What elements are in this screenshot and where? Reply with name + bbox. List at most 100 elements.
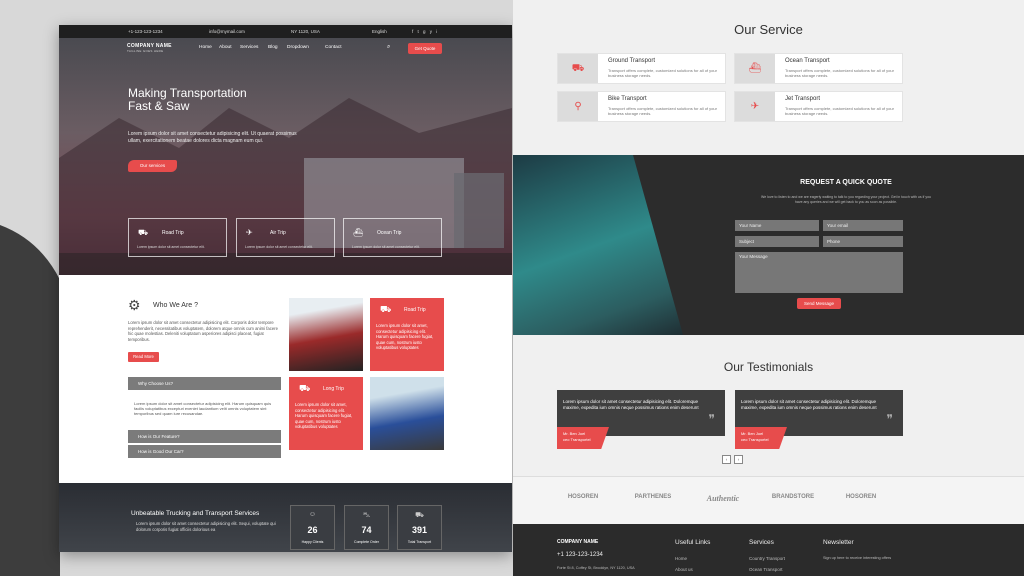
card-title: Long Trip — [323, 386, 344, 392]
service-ground[interactable]: ⛟ Ground Transport Transport offers comp… — [557, 53, 726, 84]
testimonial-quote: Lorem ipsum dolor sit amet consectetur a… — [563, 399, 699, 410]
service-bike[interactable]: ⚲ Bike Transport Transport offers comple… — [557, 91, 726, 122]
accordion-text: Lorem ipsum dolor sit amet consectetur a… — [134, 401, 272, 417]
service-desc: Transport offers complete, customized so… — [608, 106, 717, 117]
bike-icon: ⚲ — [558, 92, 598, 121]
footer-link-about[interactable]: About us — [675, 567, 693, 572]
quote-desc: We love to listen to and we are eagerly … — [761, 195, 931, 204]
footer-address: Forte St 8, Coffey St, Brooklyn, NY 1120… — [557, 566, 635, 570]
truck-image-blue — [370, 377, 444, 450]
brand-logo: Authentic — [706, 494, 740, 503]
phone-text: +1-123-123-1234 — [128, 29, 163, 34]
stats-section: Unbeatable Trucking and Transport Servic… — [59, 483, 512, 552]
accordion-label: How is Our Feature? — [138, 434, 180, 439]
feature-road-trip[interactable]: ⛟ Road Trip Lorem ipsum dolor sit amet c… — [128, 218, 227, 257]
nav-services[interactable]: Services — [240, 45, 258, 50]
testimonial-quote: Lorem ipsum dolor sit amet consectetur a… — [741, 399, 877, 410]
nav-about[interactable]: About — [219, 45, 232, 50]
accordion-why-choose[interactable]: Why Choose Us? — [128, 377, 281, 390]
email-text[interactable]: info@mymail.com — [209, 29, 245, 34]
testimonial-card-1: Lorem ipsum dolor sit amet consectetur a… — [557, 390, 725, 449]
author-name: Mr. Ben Joel — [741, 431, 764, 436]
card-road-trip[interactable]: ⛟ Road Trip Lorem ipsum dolor sit amet, … — [370, 298, 444, 371]
truck-icon: ⛟ — [380, 304, 392, 314]
cart-icon: ⛍ — [362, 512, 371, 519]
truck-icon: ⛟ — [138, 228, 149, 237]
stat-label: Complete Order — [354, 540, 379, 544]
main-navbar: COMPANY NAME TAGLINE GOES HERE Home About… — [59, 38, 512, 60]
brand-logo: HOSOREN — [845, 494, 877, 500]
address-text: NY 1120, USA — [291, 29, 320, 34]
service-jet[interactable]: ✈ Jet Transport Transport offers complet… — [734, 91, 903, 122]
quote-icon: ❞ — [708, 412, 715, 426]
feature-ocean-trip[interactable]: ⛴ Ocean Trip Lorem ipsum dolor sit amet … — [343, 218, 442, 257]
email-field[interactable]: Your email — [823, 220, 903, 231]
social-icons[interactable]: f t g y i — [412, 29, 439, 34]
stat-complete-order: ⛍ 74 Complete Order — [344, 505, 389, 550]
read-more-button[interactable]: Read More — [128, 352, 159, 362]
ship-icon: ⛴ — [353, 228, 364, 237]
next-page-button[interactable]: › — [734, 455, 743, 464]
accordion-feature[interactable]: How is Our Feature? — [128, 430, 281, 443]
footer-useful-links-title: Useful Links — [675, 539, 711, 546]
footer-newsletter-title: Newsletter — [823, 539, 854, 546]
prev-page-button[interactable]: ‹ — [722, 455, 731, 464]
hero-title: Making Transportation Fast & Saw — [128, 86, 247, 113]
testimonials-title: Our Testimonials — [723, 360, 814, 374]
name-field[interactable]: Your Name — [735, 220, 819, 231]
stat-label: Total Transport — [407, 540, 432, 544]
truck-icon: ⛟ — [415, 512, 424, 519]
stat-happy-clients: ☺ 26 Happy Clients — [290, 505, 335, 550]
feature-desc: Lorem ipsum dolor sit amet consectetur e… — [352, 245, 420, 249]
ship-icon: ⛴ — [735, 54, 775, 83]
truck-icon: ⛟ — [299, 383, 311, 393]
quote-section: REQUEST A QUICK QUOTE We love to listen … — [513, 155, 1024, 335]
language-select[interactable]: English — [372, 29, 387, 34]
stats-text: Lorem ipsum dolor sit amet consectetur a… — [136, 521, 276, 532]
brain-icon: ⚙ — [128, 297, 141, 313]
accordion-good-car[interactable]: How is Good Our Car? — [128, 445, 281, 458]
card-long-trip[interactable]: ⛟ Long Trip Lorem ipsum dolor sit amet, … — [289, 377, 363, 450]
get-quote-button[interactable]: Get Quote — [408, 43, 442, 54]
nav-contact[interactable]: Contact — [325, 45, 342, 50]
footer-link-country[interactable]: Country Transport — [749, 556, 785, 561]
phone-field[interactable]: Phone — [823, 236, 903, 247]
who-text: Lorem ipsum dolor sit amet consectetur a… — [128, 320, 278, 342]
nav-dropdown[interactable]: Dropdown — [287, 45, 309, 50]
testimonial-card-2: Lorem ipsum dolor sit amet consectetur a… — [735, 390, 903, 449]
testimonial-author: Mr. Ben Joel ceo Transportel — [735, 427, 787, 449]
feature-title: Road Trip — [162, 230, 184, 236]
card-desc: Lorem ipsum dolor sit amet, consectetur … — [295, 402, 353, 429]
logo[interactable]: COMPANY NAME TAGLINE GOES HERE — [127, 43, 172, 53]
author-name: Mr. Ben Joel — [563, 431, 586, 436]
who-title: Who We Are ? — [153, 302, 199, 309]
feature-air-trip[interactable]: ✈ Air Trip Lorem ipsum dolor sit amet co… — [236, 218, 335, 257]
footer-link-home[interactable]: Home — [675, 556, 687, 561]
landing-page-right: Our Service ⛟ Ground Transport Transport… — [513, 0, 1024, 576]
brand-logo: PARTHENES — [634, 494, 672, 500]
quote-icon: ❞ — [886, 412, 893, 426]
search-icon[interactable]: ⌕ — [387, 44, 390, 51]
footer-link-ocean[interactable]: Ocean Transport — [749, 567, 783, 572]
stat-value: 26 — [307, 525, 318, 535]
subject-field[interactable]: Subject — [735, 236, 819, 247]
footer: COMPANY NAME +1 123-123-1234 Forte St 8,… — [513, 524, 1024, 576]
card-title: Road Trip — [404, 307, 426, 313]
our-services-button[interactable]: Our services — [128, 160, 177, 172]
who-we-are-section: ⚙ Who We Are ? Lorem ipsum dolor sit ame… — [59, 275, 512, 483]
jet-icon: ✈ — [735, 92, 775, 121]
testimonial-author: Mr. Ben Joel ceo Transportel — [557, 427, 609, 449]
send-message-button[interactable]: Send Message — [797, 298, 841, 309]
nav-home[interactable]: Home — [199, 45, 212, 50]
footer-newsletter-text: Sign up here to receive interesting offe… — [823, 556, 892, 560]
nav-blog[interactable]: Blog — [268, 45, 278, 50]
stat-label: Happy Clients — [301, 540, 324, 544]
services-title: Our Service — [734, 22, 803, 37]
service-title: Ocean Transport — [785, 58, 830, 64]
service-ocean[interactable]: ⛴ Ocean Transport Transport offers compl… — [734, 53, 903, 84]
message-field[interactable]: Your Message — [735, 252, 903, 293]
hero-text: Lorem ipsum dolor sit amet consectetur a… — [128, 131, 297, 144]
feature-desc: Lorem ipsum dolor sit amet consectetur e… — [137, 245, 205, 249]
truck-icon: ⛟ — [558, 54, 598, 83]
accordion-label: Why Choose Us? — [138, 381, 174, 386]
